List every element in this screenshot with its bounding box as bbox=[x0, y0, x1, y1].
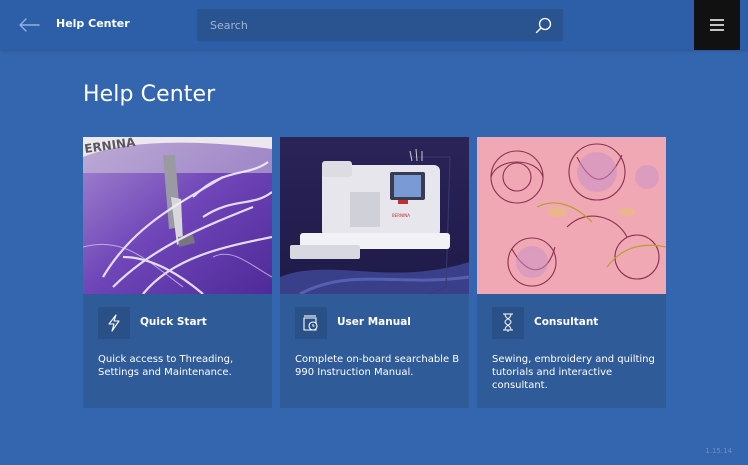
consultant-card[interactable]: Consultant Sewing, embroidery and quilti… bbox=[477, 137, 666, 408]
manual-clock-icon bbox=[303, 315, 318, 331]
arrow-left-icon bbox=[19, 18, 40, 32]
search-input[interactable] bbox=[197, 9, 517, 41]
search-icon bbox=[535, 17, 551, 33]
quick-start-description: Quick access to Threading, Settings and … bbox=[98, 354, 234, 378]
quick-start-title: Quick Start bbox=[140, 316, 207, 328]
user-manual-description: Complete on-board searchable B 990 Instr… bbox=[295, 354, 460, 378]
machine-brand-lettering: BERNINA bbox=[392, 213, 410, 218]
lightning-icon bbox=[108, 314, 120, 332]
consultant-title: Consultant bbox=[534, 316, 599, 328]
hamburger-icon bbox=[710, 19, 724, 31]
consultant-image bbox=[477, 137, 666, 294]
search-bar bbox=[197, 9, 563, 41]
version-label: 1.15.14 bbox=[705, 447, 732, 455]
quick-start-icon-box bbox=[98, 307, 130, 339]
user-manual-icon-box bbox=[295, 307, 327, 339]
header-title: Help Center bbox=[56, 17, 130, 30]
user-manual-title: User Manual bbox=[337, 316, 411, 328]
top-bar: Help Center bbox=[0, 0, 748, 50]
page-title: Help Center bbox=[83, 82, 216, 107]
spool-icon bbox=[503, 313, 513, 332]
search-button[interactable] bbox=[533, 15, 553, 35]
back-button[interactable] bbox=[16, 13, 42, 37]
quick-start-card[interactable]: ERNINA Quick Start Quick access to Threa… bbox=[83, 137, 272, 408]
user-manual-image: BERNINA bbox=[280, 137, 469, 294]
consultant-icon-box bbox=[492, 307, 524, 339]
user-manual-card[interactable]: BERNINA User Manual Complete on-board se… bbox=[280, 137, 469, 408]
menu-button[interactable] bbox=[694, 0, 740, 50]
consultant-description: Sewing, embroidery and quilting tutorial… bbox=[492, 354, 655, 391]
quick-start-image: ERNINA bbox=[83, 137, 272, 294]
